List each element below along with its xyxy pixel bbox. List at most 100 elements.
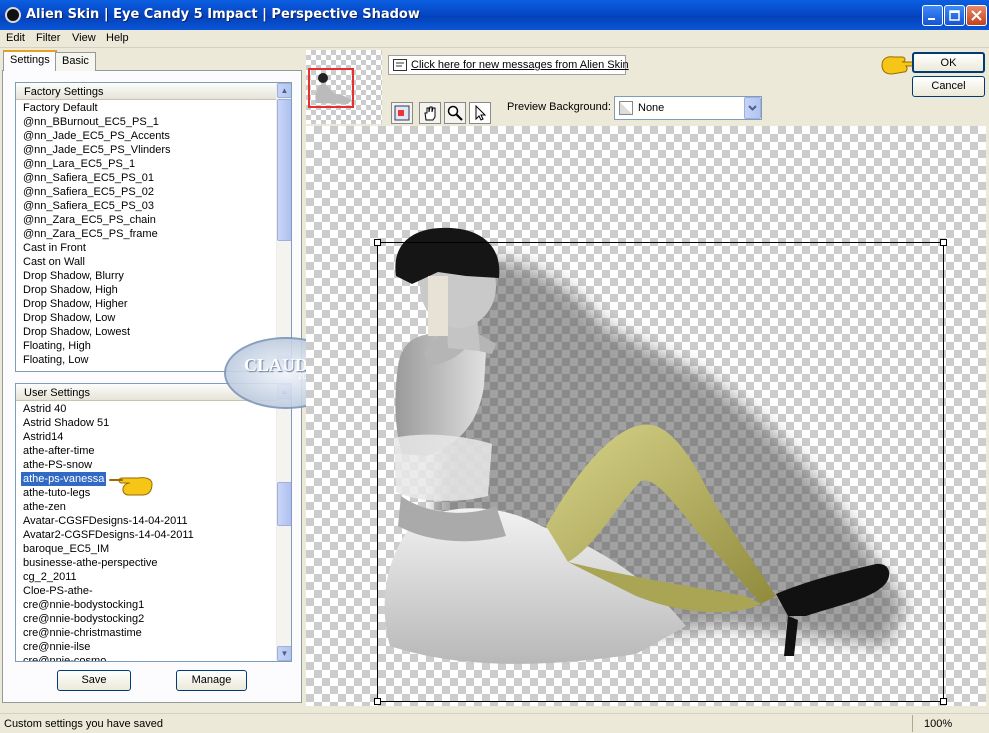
zoom-tool[interactable] (444, 102, 466, 124)
status-divider (912, 715, 913, 732)
preview-background-label: Preview Background: (507, 101, 611, 113)
preview-background-value: None (638, 102, 665, 114)
status-text: Custom settings you have saved (4, 718, 163, 730)
title-bar: Alien Skin | Eye Candy 5 Impact | Perspe… (0, 0, 989, 30)
factory-list-item[interactable]: @nn_Safiera_EC5_PS_01 (21, 171, 173, 185)
factory-list-item[interactable]: Drop Shadow, Higher (21, 297, 173, 311)
user-list-item[interactable]: cre@nnie-bodystocking2 (21, 612, 196, 626)
ok-button[interactable]: OK (912, 52, 985, 73)
scroll-up-icon[interactable]: ▲ (277, 83, 291, 98)
scroll-thumb[interactable] (277, 99, 291, 241)
minimize-button[interactable] (922, 5, 943, 26)
user-settings-items: Astrid 40 Astrid Shadow 51 Astrid14 athe-af… (19, 402, 196, 661)
manage-button[interactable]: Manage (176, 670, 247, 691)
factory-list-item[interactable]: Drop Shadow, Low (21, 311, 173, 325)
thumbnail-figure-icon (315, 73, 352, 104)
cancel-button[interactable]: Cancel (912, 76, 985, 97)
hand-tool[interactable] (419, 102, 441, 124)
factory-list-item[interactable]: @nn_Zara_EC5_PS_chain (21, 213, 173, 227)
factory-list-item[interactable]: Cast in Front (21, 241, 173, 255)
user-scrollbar[interactable]: ▲ ▼ (276, 384, 291, 661)
messages-bar[interactable]: Click here for new messages from Alien S… (388, 55, 629, 75)
tab-settings[interactable]: Settings (3, 50, 57, 71)
factory-list-item[interactable]: @nn_Safiera_EC5_PS_03 (21, 199, 173, 213)
factory-settings-list[interactable]: Factory Settings Factory Default @nn_BBur… (15, 82, 292, 372)
dropdown-button[interactable] (744, 97, 761, 119)
user-list-item[interactable]: athe-PS-snow (21, 458, 196, 472)
factory-list-item[interactable]: Floating, Low (21, 353, 173, 367)
factory-list-item[interactable]: Factory Default (21, 101, 173, 115)
user-list-item[interactable]: athe-after-time (21, 444, 196, 458)
preview-image (377, 227, 944, 702)
preview-canvas[interactable] (306, 126, 986, 706)
minimize-icon (928, 18, 935, 20)
menu-bar: Edit Filter View Help (0, 30, 989, 48)
user-list-item[interactable]: cre@nnie-ilse (21, 640, 196, 654)
user-list-item[interactable]: Astrid Shadow 51 (21, 416, 196, 430)
window-title: Alien Skin | Eye Candy 5 Impact | Perspe… (26, 7, 420, 22)
factory-list-item[interactable]: Cast on Wall (21, 255, 173, 269)
zoom-level: 100% (924, 718, 953, 730)
chevron-down-icon (748, 105, 757, 111)
message-icon (393, 59, 407, 71)
hand-icon (424, 106, 436, 121)
status-bar: Custom settings you have saved 100% (0, 713, 989, 733)
user-list-item[interactable]: baroque_EC5_IM (21, 542, 196, 556)
user-list-item[interactable]: cre@nnie-christmastime (21, 626, 196, 640)
user-list-item[interactable]: businesse-athe-perspective (21, 556, 196, 570)
pointer-tool[interactable] (469, 102, 491, 124)
factory-list-item[interactable]: Drop Shadow, High (21, 283, 173, 297)
hair-ornament (428, 276, 448, 336)
alien-skin-app-icon (5, 7, 21, 23)
close-icon (971, 10, 982, 21)
user-list-item[interactable]: Cloe-PS-athe- (21, 584, 196, 598)
factory-list-item[interactable]: Floating, High (21, 339, 173, 353)
user-list-item[interactable]: athe-ps-vanessa (19, 471, 108, 487)
user-list-item[interactable]: Avatar2-CGSFDesigns-14-04-2011 (21, 528, 196, 542)
factory-list-item[interactable]: @nn_Zara_EC5_PS_frame (21, 227, 173, 241)
menu-view[interactable]: View (72, 32, 96, 44)
maximize-button[interactable] (944, 5, 965, 26)
resize-handle[interactable] (940, 239, 947, 246)
factory-settings-items: Factory Default @nn_BBurnout_EC5_PS_1 @nn_… (21, 101, 173, 367)
menu-filter[interactable]: Filter (36, 32, 60, 44)
factory-list-item[interactable]: @nn_BBurnout_EC5_PS_1 (21, 115, 173, 129)
save-button[interactable]: Save (57, 670, 131, 691)
factory-list-item[interactable]: @nn_Safiera_EC5_PS_02 (21, 185, 173, 199)
messages-link[interactable]: Click here for new messages from Alien S… (411, 59, 629, 71)
maximize-icon (949, 10, 960, 21)
navigator-viewport[interactable] (308, 68, 354, 108)
resize-handle[interactable] (940, 698, 947, 705)
user-list-item[interactable]: cre@nnie-bodystocking1 (21, 598, 196, 612)
menu-edit[interactable]: Edit (6, 32, 25, 44)
resize-handle[interactable] (374, 698, 381, 705)
arrow-pointer-icon (475, 105, 487, 121)
scroll-down-icon[interactable]: ▼ (277, 646, 291, 661)
user-list-item[interactable]: cg_2_2011 (21, 570, 196, 584)
factory-scrollbar[interactable]: ▲ ▼ (276, 83, 291, 371)
factory-list-item[interactable]: @nn_Jade_EC5_PS_Accents (21, 129, 173, 143)
figure-top (394, 434, 492, 501)
tab-basic[interactable]: Basic (55, 52, 96, 71)
resize-handle[interactable] (374, 239, 381, 246)
factory-list-item[interactable]: @nn_Lara_EC5_PS_1 (21, 157, 173, 171)
user-settings-list[interactable]: User Settings Astrid 40 Astrid Shadow 51 A… (15, 383, 292, 662)
user-list-item[interactable]: Astrid14 (21, 430, 196, 444)
factory-list-item[interactable]: Drop Shadow, Lowest (21, 325, 173, 339)
navigate-tool[interactable] (391, 102, 413, 124)
close-button[interactable] (966, 5, 987, 26)
background-swatch-icon (619, 101, 633, 115)
magnifier-icon (447, 105, 463, 121)
pointing-hand-icon (881, 56, 914, 75)
scroll-thumb[interactable] (277, 482, 291, 526)
factory-settings-header: Factory Settings (16, 83, 277, 100)
menu-help[interactable]: Help (106, 32, 129, 44)
factory-list-item[interactable]: @nn_Jade_EC5_PS_Vlinders (21, 143, 173, 157)
user-list-item[interactable]: Avatar-CGSFDesigns-14-04-2011 (21, 514, 196, 528)
navigator-thumbnail[interactable] (306, 50, 382, 124)
user-list-item[interactable]: athe-zen (21, 500, 196, 514)
factory-list-item[interactable]: Drop Shadow, Blurry (21, 269, 173, 283)
preview-background-select[interactable]: None (614, 96, 762, 120)
user-list-item[interactable]: cre@nnie-cosmo (21, 654, 196, 661)
user-list-item[interactable]: Astrid 40 (21, 402, 196, 416)
